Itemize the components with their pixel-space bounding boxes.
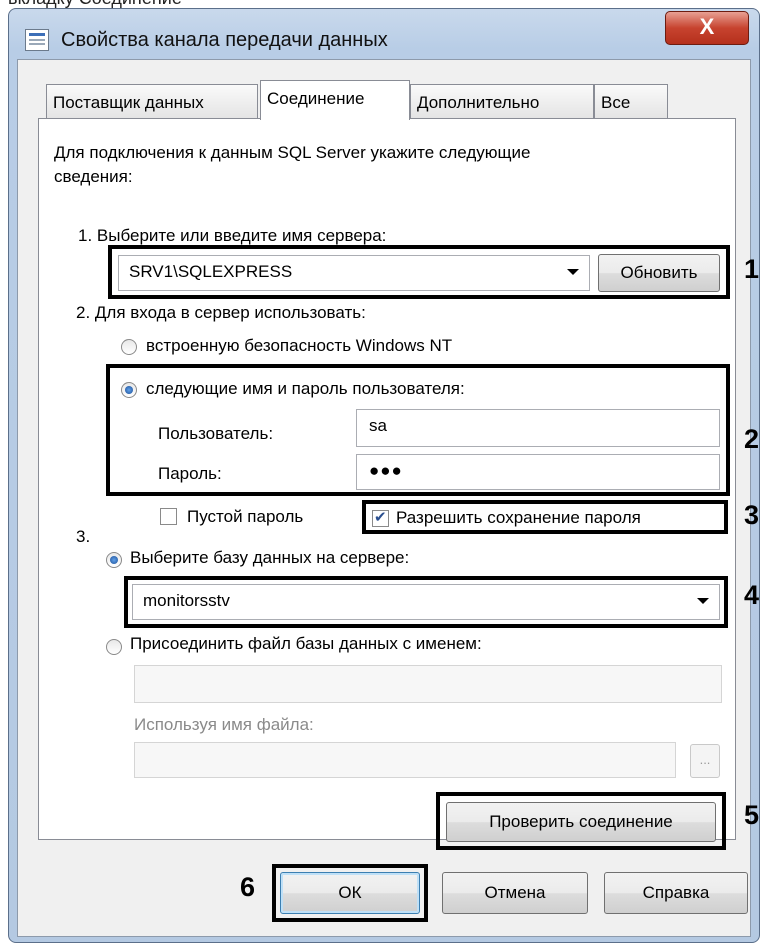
browse-button[interactable]: ... <box>690 744 720 778</box>
cancel-button[interactable]: Отмена <box>442 872 588 914</box>
radio-select-database[interactable] <box>106 552 122 568</box>
title-bar[interactable]: Свойства канала передачи данных X <box>9 9 759 65</box>
callout-box-4 <box>124 576 728 628</box>
data-link-icon <box>25 29 49 51</box>
callout-box-1 <box>108 245 730 299</box>
intro-line-2: сведения: <box>54 167 133 186</box>
tab-all[interactable]: Все <box>594 84 668 118</box>
callout-number-3: 3 <box>744 500 760 530</box>
callout-box-2 <box>106 364 730 496</box>
attach-file-field[interactable] <box>134 665 722 703</box>
intro-line-1: Для подключения к данным SQL Server укаж… <box>54 143 531 162</box>
database-section-number: 3. <box>76 527 91 546</box>
radio-attach-file[interactable] <box>106 639 122 655</box>
logical-name-field[interactable] <box>134 742 676 778</box>
callout-box-5 <box>436 792 726 850</box>
radio-windows-auth[interactable] <box>121 339 137 355</box>
attach-file-label: Присоединить файл базы данных с именем: <box>130 634 482 653</box>
callout-number-4: 4 <box>744 580 760 610</box>
server-label: 1. Выберите или введите имя сервера: <box>78 226 387 245</box>
callout-number-5: 5 <box>744 800 760 830</box>
blank-password-label: Пустой пароль <box>187 507 304 526</box>
tab-connection[interactable]: Соединение <box>260 80 410 120</box>
windows-auth-label: встроенную безопасность Windows NT <box>146 336 453 355</box>
tab-advanced[interactable]: Дополнительно <box>410 84 594 118</box>
login-label: 2. Для входа в сервер использовать: <box>76 303 366 322</box>
window-title: Свойства канала передачи данных <box>61 29 388 51</box>
close-button[interactable]: X <box>665 11 749 45</box>
logical-name-label: Используя имя файла: <box>134 715 314 734</box>
blank-password-checkbox[interactable] <box>160 508 177 525</box>
callout-number-1: 1 <box>744 254 760 284</box>
callout-box-3 <box>362 500 728 534</box>
select-database-label: Выберите базу данных на сервере: <box>130 548 410 567</box>
help-button[interactable]: Справка <box>604 872 748 914</box>
callout-number-2: 2 <box>744 424 760 454</box>
tab-provider[interactable]: Поставщик данных <box>46 84 258 118</box>
callout-number-6: 6 <box>240 872 256 902</box>
callout-box-6 <box>272 864 428 922</box>
